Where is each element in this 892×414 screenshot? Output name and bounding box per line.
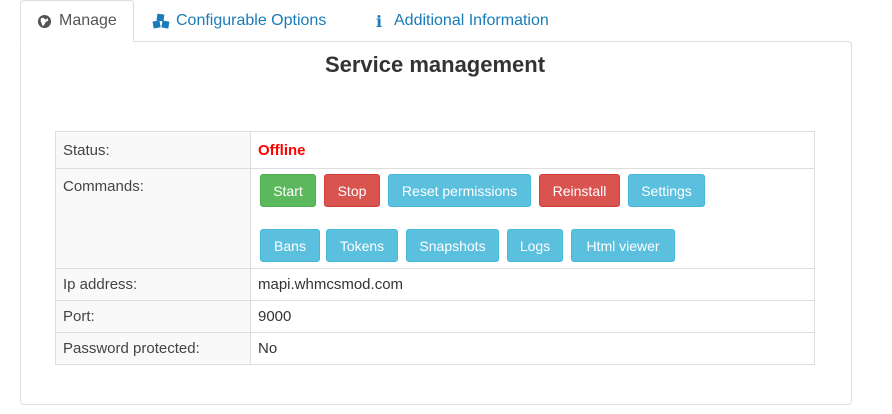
logs-button[interactable]: Logs — [507, 229, 563, 262]
tab-label: Additional Information — [394, 12, 549, 29]
reinstall-button[interactable]: Reinstall — [539, 174, 620, 207]
ip-address-label: Ip address: — [55, 268, 251, 301]
ip-address-value: mapi.whmcsmod.com — [250, 268, 815, 301]
commands-label: Commands: — [55, 168, 251, 269]
tokens-button[interactable]: Tokens — [326, 229, 398, 262]
port-label: Port: — [55, 300, 251, 333]
tab-manage[interactable]: Manage — [20, 0, 134, 42]
html-viewer-button[interactable]: Html viewer — [571, 229, 675, 262]
password-protected-value: No — [250, 332, 815, 365]
tab-label: Manage — [59, 12, 117, 29]
cubes-icon — [152, 12, 170, 30]
stop-button[interactable]: Stop — [324, 174, 380, 207]
globe-icon — [35, 12, 53, 30]
table-row-status: Status: Offline — [55, 131, 815, 169]
page-title: Service management — [324, 52, 546, 77]
port-value: 9000 — [250, 300, 815, 333]
bans-button[interactable]: Bans — [260, 229, 320, 262]
table-row-password-protected: Password protected: No — [55, 332, 815, 365]
commands-group: Start Stop Reset permissions Reinstall S… — [251, 169, 814, 268]
status-label: Status: — [55, 131, 251, 169]
reset-permissions-button[interactable]: Reset permissions — [388, 174, 531, 207]
settings-button[interactable]: Settings — [628, 174, 705, 207]
snapshots-button[interactable]: Snapshots — [406, 229, 499, 262]
tab-label: Configurable Options — [176, 12, 327, 29]
status-value-cell: Offline — [250, 131, 815, 169]
table-row-port: Port: 9000 — [55, 300, 815, 333]
tab-configurable-options[interactable]: Configurable Options — [138, 0, 340, 42]
start-button[interactable]: Start — [260, 174, 316, 207]
info-icon: i — [375, 11, 383, 31]
status-badge: Offline — [258, 141, 306, 159]
table-row-ip-address: Ip address: mapi.whmcsmod.com — [55, 268, 815, 301]
service-info-table: Status: Offline Commands: Start Stop Res… — [55, 131, 815, 365]
table-row-commands: Commands: Start Stop Reset permissions R… — [55, 168, 815, 269]
tab-bar: Manage Configurable Options i Additional… — [20, 0, 852, 42]
commands-cell: Start Stop Reset permissions Reinstall S… — [250, 168, 815, 269]
password-protected-label: Password protected: — [55, 332, 251, 365]
tab-additional-information[interactable]: i Additional Information — [356, 0, 563, 42]
